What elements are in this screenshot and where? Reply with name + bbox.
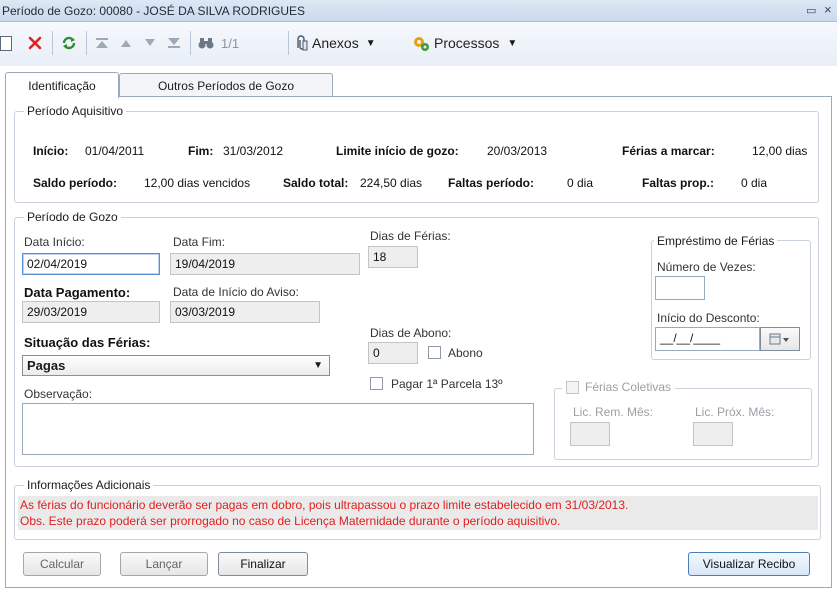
periodo-gozo-title: Período de Gozo bbox=[24, 210, 121, 224]
pagar-parcela-checkbox[interactable] bbox=[370, 377, 383, 390]
informacoes-line-1: As férias do funcionário deverão ser pag… bbox=[20, 498, 629, 512]
calendar-button[interactable] bbox=[760, 327, 800, 351]
gears-icon bbox=[412, 35, 430, 52]
inicio-desconto-label: Início do Desconto: bbox=[657, 311, 760, 325]
dias-ferias-field[interactable]: 18 bbox=[368, 246, 418, 268]
paperclip-icon bbox=[294, 35, 308, 51]
dias-ferias-label: Dias de Férias: bbox=[370, 229, 451, 243]
toolbar-separator bbox=[86, 31, 87, 55]
processes-menu[interactable]: Processos ▼ bbox=[412, 32, 530, 54]
tab-outros-periodos[interactable]: Outros Períodos de Gozo bbox=[119, 73, 333, 97]
ferias-marcar-value: 12,00 dias bbox=[752, 144, 808, 158]
periodo-aquisitivo-title: Período Aquisitivo bbox=[24, 104, 127, 118]
data-pagamento-label: Data Pagamento: bbox=[24, 285, 131, 300]
data-inicio-field[interactable]: 02/04/2019 bbox=[22, 253, 160, 275]
last-record-icon[interactable] bbox=[164, 32, 184, 54]
data-fim-field[interactable]: 19/04/2019 bbox=[170, 253, 360, 275]
limite-gozo-value: 20/03/2013 bbox=[487, 144, 548, 158]
numero-vezes-label: Número de Vezes: bbox=[657, 260, 756, 274]
data-inicio-label: Data Início: bbox=[24, 235, 85, 249]
lic-prox-mes-label: Lic. Próx. Mês: bbox=[695, 405, 775, 419]
delete-x-icon[interactable] bbox=[25, 32, 45, 54]
lic-rem-mes-label: Lic. Rem. Mês: bbox=[573, 405, 654, 419]
faltas-prop-label: Faltas prop.: bbox=[642, 176, 715, 190]
observacao-textarea[interactable] bbox=[22, 403, 534, 455]
abono-label: Abono bbox=[448, 346, 483, 360]
situacao-value: Pagas bbox=[27, 358, 66, 373]
previous-record-icon[interactable] bbox=[116, 32, 136, 54]
fim-label: Fim: bbox=[188, 144, 214, 158]
informacoes-title: Informações Adicionais bbox=[24, 478, 154, 492]
title-bar: Período de Gozo: 00080 - JOSÉ DA SILVA R… bbox=[0, 0, 837, 22]
faltas-prop-value: 0 dia bbox=[741, 176, 768, 190]
lancar-button[interactable]: Lançar bbox=[120, 552, 208, 576]
situacao-select[interactable]: Pagas ▼ bbox=[22, 355, 330, 376]
observacao-label: Observação: bbox=[24, 387, 93, 401]
pagar-parcela-label: Pagar 1ª Parcela 13º bbox=[391, 377, 503, 391]
visualizar-recibo-button[interactable]: Visualizar Recibo bbox=[688, 552, 810, 576]
tab-label: Outros Períodos de Gozo bbox=[157, 78, 295, 93]
ferias-coletivas-header: Férias Coletivas bbox=[562, 380, 676, 394]
tab-identificacao[interactable]: Identificação bbox=[5, 72, 119, 98]
finalizar-button[interactable]: Finalizar bbox=[218, 552, 308, 576]
chevron-down-icon: ▼ bbox=[365, 37, 376, 49]
chevron-down-icon: ▼ bbox=[313, 360, 323, 371]
ferias-coletivas-checkbox[interactable] bbox=[566, 380, 579, 394]
informacoes-line-2: Obs. Este prazo poderá ser prorrogado no… bbox=[20, 514, 561, 528]
faltas-periodo-label: Faltas período: bbox=[448, 176, 535, 190]
saldo-total-value: 224,50 dias bbox=[360, 176, 423, 190]
ferias-coletivas-title: Férias Coletivas bbox=[585, 380, 672, 394]
refresh-icon[interactable] bbox=[58, 32, 80, 54]
informacoes-message-box: As férias do funcionário deverão ser pag… bbox=[18, 496, 818, 530]
situacao-label: Situação das Férias: bbox=[24, 335, 151, 350]
calendar-icon bbox=[769, 333, 791, 345]
tab-label: Identificação bbox=[28, 78, 96, 93]
toolbar: 1/1 Anexos ▼ Processos ▼ bbox=[0, 22, 837, 66]
limite-gozo-label: Limite início de gozo: bbox=[336, 144, 459, 158]
inicio-value: 01/04/2011 bbox=[85, 144, 145, 158]
new-document-icon[interactable] bbox=[0, 32, 14, 54]
calcular-button[interactable]: Calcular bbox=[23, 552, 101, 576]
inicio-label: Início: bbox=[33, 144, 69, 158]
dias-abono-label: Dias de Abono: bbox=[370, 326, 452, 340]
attachments-label: Anexos bbox=[312, 35, 359, 51]
numero-vezes-field[interactable] bbox=[655, 276, 705, 300]
toolbar-separator bbox=[288, 31, 289, 55]
lic-rem-mes-field[interactable] bbox=[570, 422, 610, 446]
data-pagamento-field[interactable]: 29/03/2019 bbox=[22, 301, 160, 323]
saldo-periodo-label: Saldo período: bbox=[33, 176, 117, 190]
saldo-periodo-value: 12,00 dias vencidos bbox=[144, 176, 251, 190]
faltas-periodo-value: 0 dia bbox=[567, 176, 594, 190]
window-title: Período de Gozo: 00080 - JOSÉ DA SILVA R… bbox=[2, 4, 306, 18]
toolbar-separator bbox=[190, 31, 191, 55]
toolbar-separator bbox=[52, 31, 53, 55]
abono-checkbox[interactable] bbox=[428, 346, 441, 359]
data-aviso-field[interactable]: 03/03/2019 bbox=[170, 301, 320, 323]
page-indicator: 1/1 bbox=[221, 36, 240, 51]
processes-label: Processos bbox=[434, 35, 500, 51]
lic-prox-mes-field[interactable] bbox=[693, 422, 733, 446]
saldo-total-label: Saldo total: bbox=[283, 176, 349, 190]
attachments-menu[interactable]: Anexos ▼ bbox=[294, 32, 406, 54]
next-record-icon[interactable] bbox=[140, 32, 160, 54]
data-fim-label: Data Fim: bbox=[173, 235, 226, 249]
binoculars-icon[interactable] bbox=[196, 32, 216, 54]
close-icon[interactable]: × bbox=[824, 2, 832, 17]
data-aviso-label: Data de Início do Aviso: bbox=[173, 285, 299, 299]
chevron-down-icon: ▼ bbox=[507, 37, 518, 49]
emprestimo-title: Empréstimo de Férias bbox=[654, 234, 778, 248]
first-record-icon[interactable] bbox=[92, 32, 112, 54]
ferias-marcar-label: Férias a marcar: bbox=[622, 144, 715, 158]
fim-value: 31/03/2012 bbox=[223, 144, 284, 158]
dias-abono-field[interactable]: 0 bbox=[368, 342, 418, 364]
inicio-desconto-field[interactable]: __/__/____ bbox=[655, 327, 760, 351]
restore-icon[interactable]: ▭ bbox=[806, 4, 816, 17]
